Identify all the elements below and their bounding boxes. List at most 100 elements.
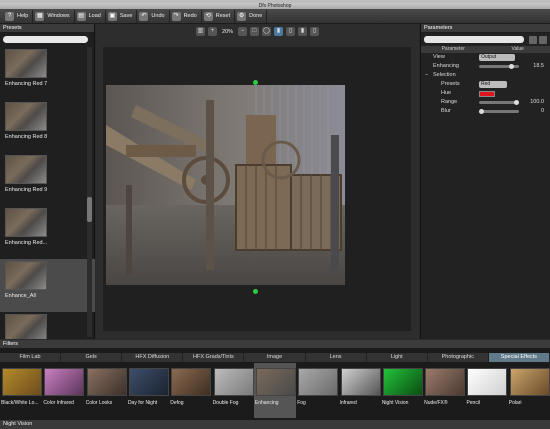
filter-label: Enhancing — [254, 400, 279, 406]
filter-label: Pencil — [466, 400, 481, 406]
filter-thumbnail — [128, 368, 169, 396]
scroll-thumb[interactable] — [87, 197, 92, 222]
preset-item[interactable]: Enhance_All — [0, 259, 95, 312]
range-slider[interactable] — [479, 100, 519, 105]
pan-icon[interactable]: ◯ — [262, 27, 271, 36]
preset-label: Enhancing Red 7 — [5, 81, 48, 87]
load-button-label: Load — [88, 13, 101, 19]
hue-swatch[interactable] — [479, 91, 495, 97]
param-selection-row: − Selection — [421, 71, 550, 80]
filter-tab[interactable]: Special Effects — [488, 353, 550, 362]
save-button-label: Save — [119, 13, 133, 19]
preset-item[interactable]: Enhancing Red 7 — [0, 47, 95, 100]
presets-list: Enhancing Red 7 Enhancing Red 8 Enhancing … — [0, 47, 95, 339]
filter-tab[interactable]: Gels — [61, 353, 123, 362]
filter-label: Fog — [297, 400, 306, 406]
blur-slider-knob[interactable] — [479, 109, 484, 114]
filter-tab[interactable]: Film Lab — [0, 353, 62, 362]
preset-item[interactable]: Enhancing Red 8 — [0, 100, 95, 153]
filter-label: Night Vision — [381, 400, 409, 406]
filter-item[interactable]: Color Infrared — [42, 363, 85, 418]
filter-item[interactable]: Night Vision — [381, 363, 423, 418]
preset-thumbnail — [5, 208, 47, 237]
save-preset-icon[interactable] — [529, 35, 537, 44]
blur-value: 0 — [540, 108, 544, 114]
filter-tab[interactable]: Lens — [306, 353, 367, 362]
windows-button[interactable]: ▦ Windows — [33, 9, 75, 23]
zoom-in-icon[interactable]: + — [207, 27, 217, 36]
filter-tab[interactable]: HFX Grads/Tints — [183, 353, 245, 362]
presets-scrollbar[interactable] — [87, 47, 92, 337]
filter-item[interactable]: Day for Night — [127, 363, 169, 418]
redo-icon: ↷ — [171, 11, 181, 21]
filter-item[interactable]: Polari — [508, 363, 550, 418]
filter-label: Day for Night — [127, 400, 158, 406]
filter-label: Double Fog — [212, 400, 239, 406]
reset-button[interactable]: ⟲ Reset — [202, 9, 236, 23]
done-button[interactable]: ⚙ Done — [235, 9, 268, 23]
view-select[interactable]: Output — [479, 54, 515, 61]
preview-area: ▥ + 20% − □ ◯ ▮ ▯ ▮ ▯ — [96, 24, 419, 339]
filter-item[interactable]: Color Looks — [85, 363, 127, 418]
filter-tab[interactable]: Photographic — [428, 353, 489, 362]
filter-item[interactable]: Defog — [169, 363, 212, 418]
filter-item[interactable]: Nude/FX® — [423, 363, 466, 418]
redo-button[interactable]: ↷ Redo — [170, 9, 202, 23]
col-value: Value — [511, 46, 524, 52]
collapse-icon[interactable]: − — [425, 71, 428, 80]
filter-tab[interactable]: Light — [367, 353, 428, 362]
presets-search-input[interactable] — [3, 36, 88, 43]
zoom-out-icon[interactable]: − — [238, 27, 247, 36]
split-view-icon[interactable]: ▮ — [274, 27, 283, 36]
help-button[interactable]: ? Help — [3, 9, 34, 23]
filter-item[interactable]: Double Fog — [212, 363, 254, 418]
filter-thumbnail — [171, 368, 212, 396]
view-toolbar: ▥ + 20% − □ ◯ ▮ ▯ ▮ ▯ — [96, 24, 419, 39]
delete-preset-icon[interactable] — [539, 35, 547, 44]
range-label: Range — [441, 99, 458, 105]
compare-icon[interactable]: ▯ — [310, 27, 319, 36]
filter-thumbnail — [340, 368, 381, 396]
enhancing-slider[interactable] — [479, 64, 519, 69]
gear-icon: ⚙ — [237, 11, 247, 21]
presets-select[interactable]: Red — [479, 81, 507, 88]
param-hue-row: Hue — [421, 89, 550, 98]
filter-item[interactable]: Infrared — [339, 363, 381, 418]
selection-label: Selection — [433, 72, 456, 78]
preset-item[interactable] — [0, 312, 95, 339]
filter-item[interactable]: Pencil — [465, 363, 508, 418]
zoom-fit-icon[interactable]: ▥ — [195, 27, 205, 36]
filter-tab[interactable]: Image — [244, 353, 306, 362]
help-button-label: Help — [17, 13, 29, 19]
side-by-side-icon[interactable]: ▯ — [286, 27, 295, 36]
filter-label: Color Infrared — [43, 400, 74, 406]
load-button[interactable]: ▤ Load — [75, 9, 106, 23]
filter-tab[interactable]: HFX Diffusion — [122, 353, 184, 362]
preset-item[interactable]: Enhancing Red 9 — [0, 153, 95, 206]
disk-icon: ▣ — [107, 11, 117, 21]
preview-image — [106, 85, 345, 285]
preset-thumbnail — [5, 102, 47, 131]
filter-label: Nude/FX® — [424, 400, 448, 406]
preset-item[interactable]: Enhancing Red... — [0, 206, 95, 259]
parameters-title: Parameters — [421, 24, 550, 33]
filter-item[interactable]: Fog — [296, 363, 339, 418]
preset-thumbnail — [5, 261, 47, 290]
filter-label: Color Looks — [85, 400, 113, 406]
blur-slider[interactable] — [479, 109, 519, 114]
control-point-bottom[interactable] — [253, 289, 258, 294]
image-canvas[interactable] — [103, 47, 411, 331]
parameters-search-input[interactable] — [424, 36, 524, 43]
filter-item[interactable]: Black/White Lo... — [0, 363, 42, 418]
fit-view-icon[interactable]: □ — [250, 27, 259, 36]
filter-thumbnail — [509, 368, 550, 396]
filter-item[interactable]: Enhancing — [253, 363, 296, 418]
enhancing-slider-knob[interactable] — [509, 64, 514, 69]
single-view-icon[interactable]: ▮ — [298, 27, 307, 36]
blur-label: Blur — [441, 108, 451, 114]
range-slider-knob[interactable] — [514, 100, 519, 105]
filter-thumbnail — [44, 368, 85, 396]
filter-thumbnail — [467, 368, 508, 396]
save-button[interactable]: ▣ Save — [106, 9, 138, 23]
undo-button[interactable]: ↶ Undo — [137, 9, 170, 23]
